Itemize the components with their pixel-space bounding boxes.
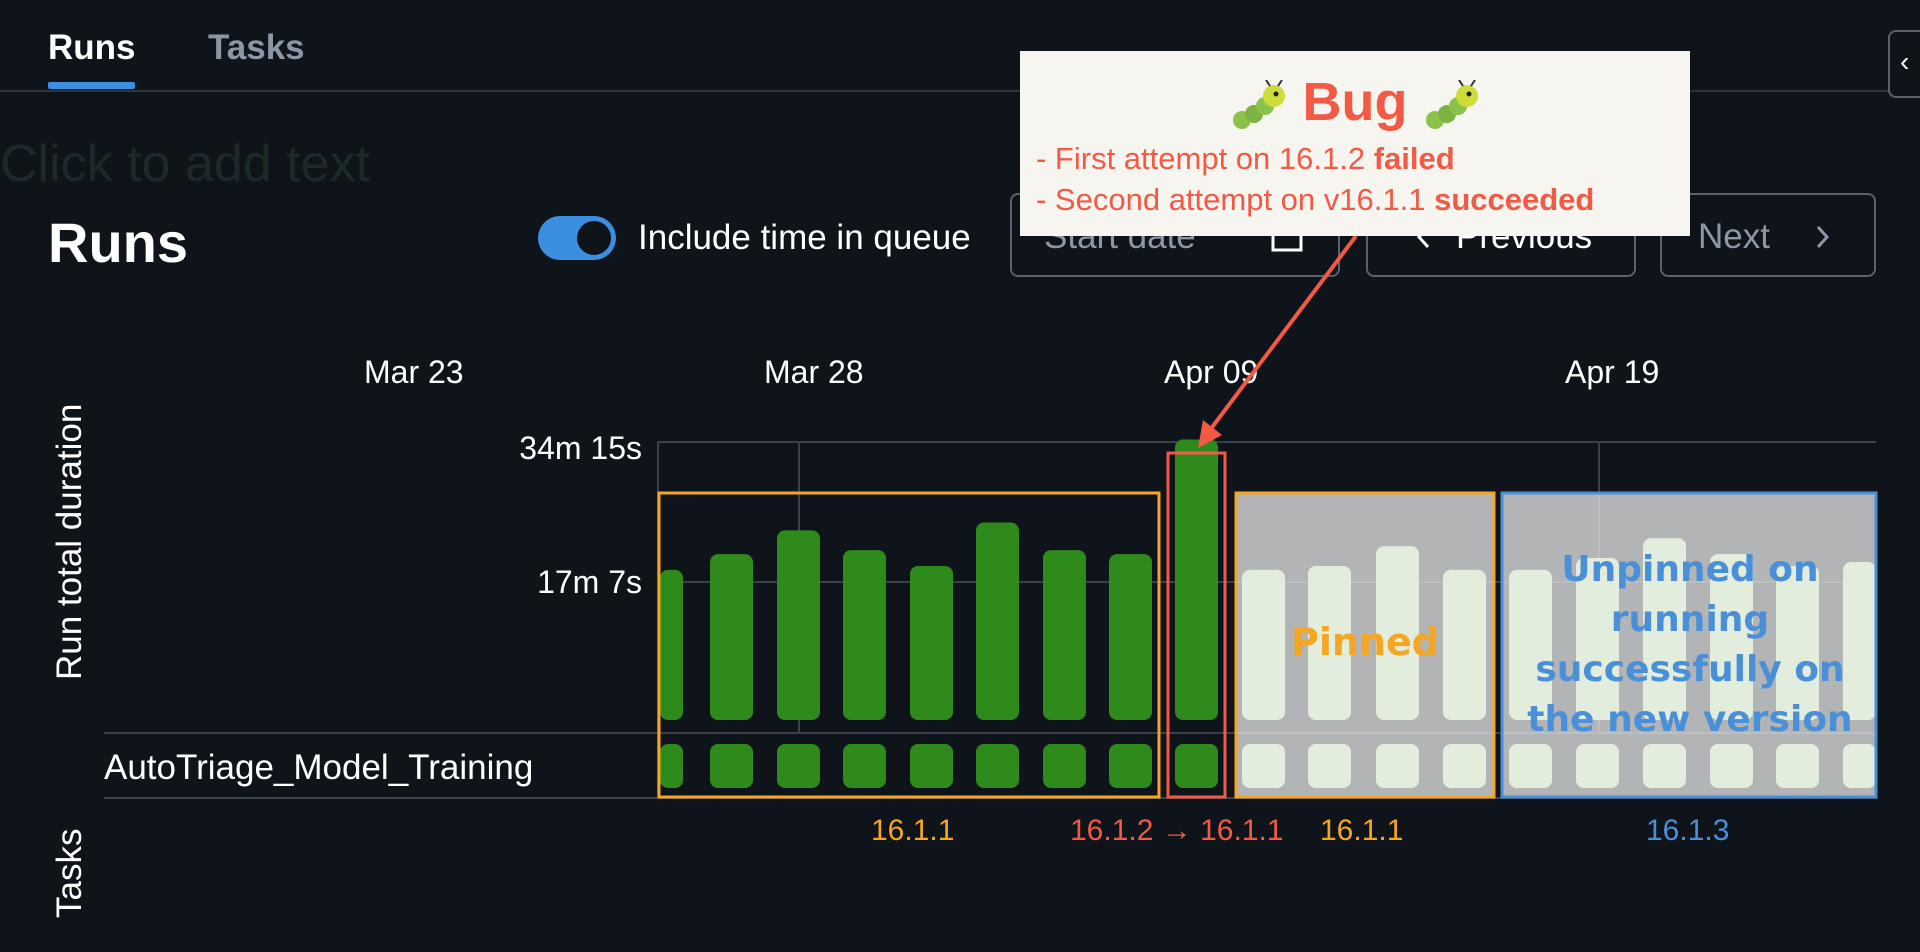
caterpillar-icon: [1425, 79, 1478, 129]
task-status-bar: [1109, 744, 1152, 788]
unpinned-label: Unpinned on running successfully on the …: [1527, 549, 1853, 740]
duration-bar: [976, 522, 1019, 720]
duration-bar: [660, 569, 683, 720]
version-label: 16.1.2 → 16.1.1: [1070, 814, 1284, 847]
task-status-bar: [976, 744, 1019, 788]
task-status-bar-faded: [1776, 744, 1819, 788]
version-label: 16.1.1: [1320, 814, 1404, 847]
task-status-bar-faded: [1443, 744, 1486, 788]
task-status-bar: [843, 744, 886, 788]
bug-line-2: - Second attempt on v16.1.1 succeeded: [1036, 182, 1595, 217]
duration-bar: [1175, 439, 1218, 720]
task-status-bar: [1175, 744, 1218, 788]
version-label: 16.1.1: [871, 814, 955, 847]
duration-bar: [843, 550, 886, 720]
task-status-bar-faded: [1843, 744, 1876, 788]
version-label: 16.1.3: [1646, 814, 1730, 847]
task-status-bar: [660, 744, 683, 788]
callout-arrow-line: [1208, 234, 1358, 432]
bug-callout: Bug - First attempt on 16.1.2 failed - S…: [1020, 51, 1690, 236]
task-status-bar-faded: [1242, 744, 1285, 788]
task-status-bar-faded: [1308, 744, 1351, 788]
bug-callout-title: Bug: [1020, 71, 1690, 133]
task-status-bar: [910, 744, 953, 788]
bug-line-1: - First attempt on 16.1.2 failed: [1036, 141, 1455, 176]
task-status-bar-faded: [1376, 744, 1419, 788]
task-status-bar-faded: [1576, 744, 1619, 788]
duration-bar: [1109, 554, 1152, 720]
duration-bar: [910, 565, 953, 720]
task-status-bar: [710, 744, 753, 788]
task-status-bar-faded: [1643, 744, 1686, 788]
duration-bar: [1043, 550, 1086, 720]
bug-title-text: Bug: [1302, 72, 1408, 132]
pinned-label: Pinned: [1291, 620, 1439, 664]
task-status-bar: [777, 744, 820, 788]
duration-bar: [710, 554, 753, 720]
task-status-bar: [1043, 744, 1086, 788]
task-status-bar-faded: [1509, 744, 1552, 788]
duration-bar: [777, 530, 820, 720]
task-status-bar-faded: [1710, 744, 1753, 788]
caterpillar-icon: [1232, 79, 1285, 129]
